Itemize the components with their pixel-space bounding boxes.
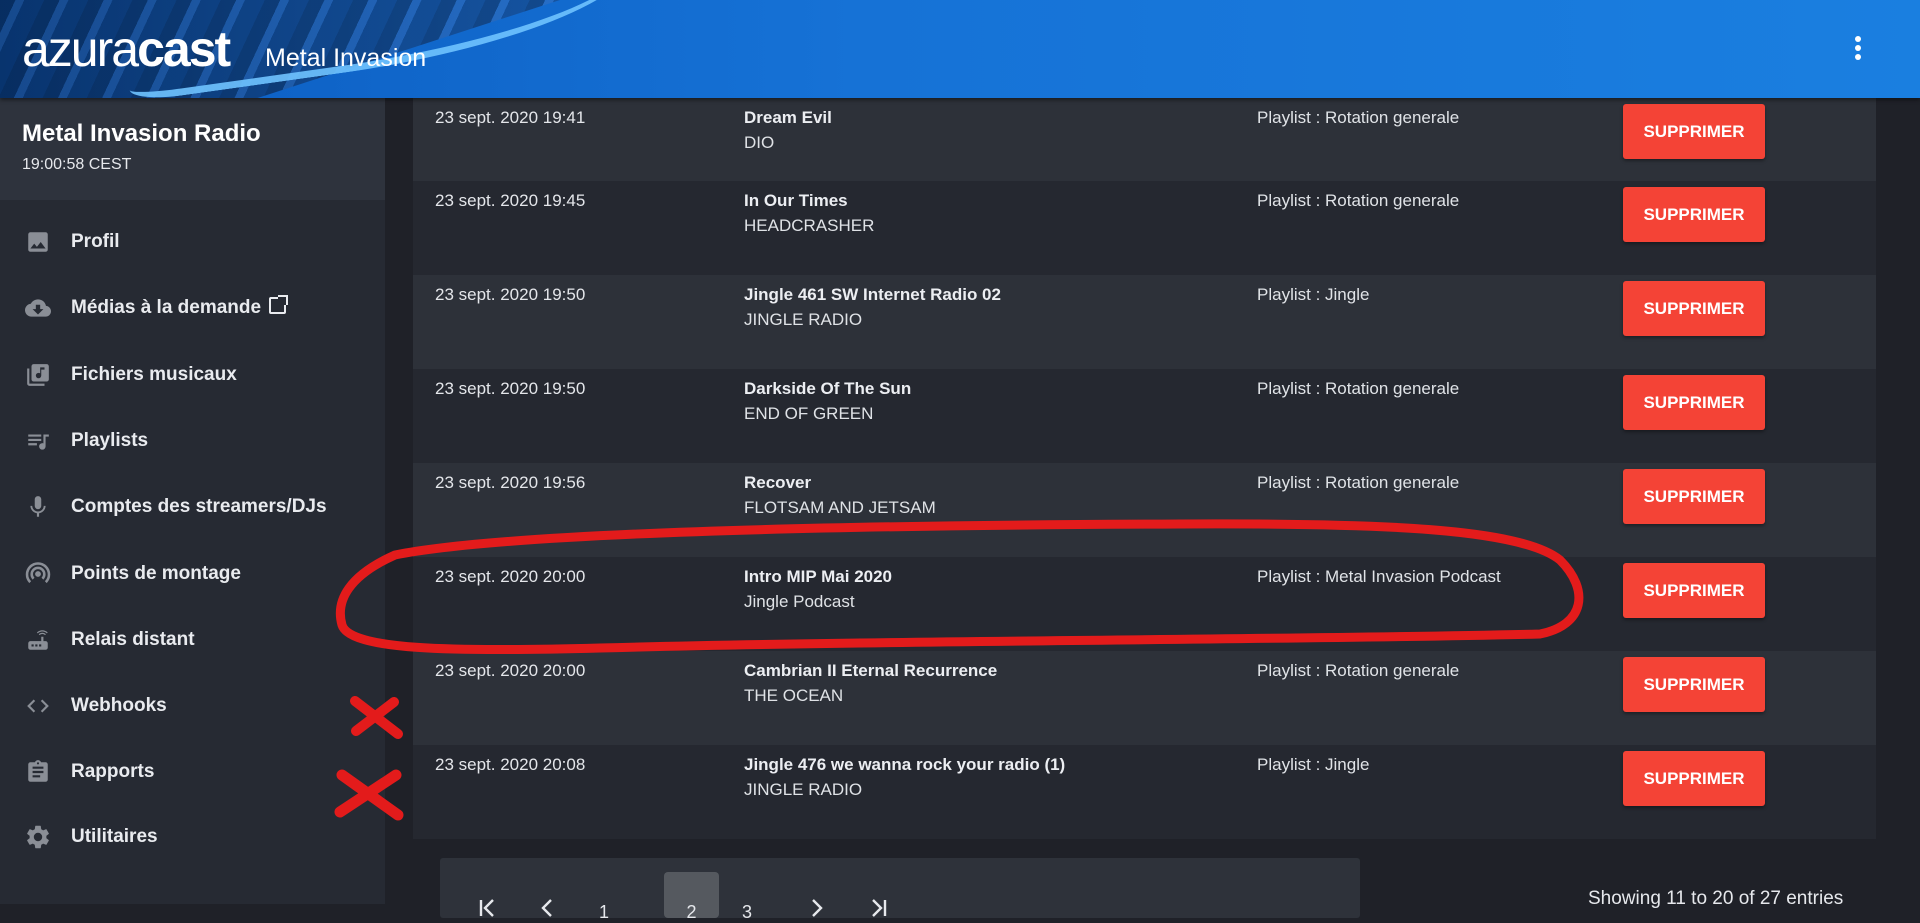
row-title: Jingle 461 SW Internet Radio 02 — [744, 285, 1001, 304]
delete-button[interactable]: SUPPRIMER — [1623, 563, 1765, 618]
delete-button[interactable]: SUPPRIMER — [1623, 375, 1765, 430]
sidebar-item-relais-distant[interactable]: Relais distant — [0, 613, 385, 667]
row-playlist: Playlist : Rotation generale — [1257, 661, 1460, 680]
page-2[interactable]: 2 — [664, 872, 719, 922]
row-date: 23 sept. 2020 19:50 — [435, 285, 586, 304]
row-artist: THE OCEAN — [744, 686, 844, 705]
code-icon — [24, 692, 52, 720]
table-row: 23 sept. 2020 20:08 Jingle 476 we wanna … — [413, 745, 1876, 839]
podcast-icon — [24, 560, 52, 588]
router-icon — [24, 626, 52, 654]
sidebar-item-label: Utilitaires — [71, 826, 158, 847]
logo-text-bold: cast — [137, 21, 231, 77]
row-date: 23 sept. 2020 20:00 — [435, 567, 586, 586]
row-artist: JINGLE RADIO — [744, 310, 863, 329]
table-row: 23 sept. 2020 19:41 Dream Evil DIO Playl… — [413, 98, 1876, 192]
delete-button[interactable]: SUPPRIMER — [1623, 751, 1765, 806]
delete-button[interactable]: SUPPRIMER — [1623, 657, 1765, 712]
row-title: Intro MIP Mai 2020 — [744, 567, 893, 586]
row-date: 23 sept. 2020 19:56 — [435, 473, 586, 492]
row-artist: END OF GREEN — [744, 404, 874, 423]
sidebar-item-label: Comptes des streamers/DJs — [71, 496, 327, 517]
row-title: Darkside Of The Sun — [744, 379, 912, 398]
sidebar-item-label: Profil — [71, 231, 120, 252]
last-page-icon[interactable] — [852, 872, 906, 918]
table-row: 23 sept. 2020 19:50 Jingle 461 SW Intern… — [413, 275, 1876, 369]
sidebar-item-label: Rapports — [71, 761, 155, 782]
sidebar-item-profil[interactable]: Profil — [0, 215, 385, 269]
image-icon — [24, 228, 52, 256]
azuracast-logo[interactable]: azuracast — [22, 20, 231, 78]
row-date: 23 sept. 2020 20:00 — [435, 661, 586, 680]
row-title: Recover — [744, 473, 812, 492]
sidebar-item-medias-a-la-demande[interactable]: Médias à la demande — [0, 281, 385, 335]
row-playlist: Playlist : Jingle — [1257, 755, 1370, 774]
row-date: 23 sept. 2020 20:08 — [435, 755, 586, 774]
pagination: 1 2 3 — [440, 858, 1360, 922]
queue-table: 23 sept. 2020 19:41 Dream Evil DIO Playl… — [413, 98, 1876, 904]
row-artist: HEADCRASHER — [744, 216, 875, 235]
delete-button[interactable]: SUPPRIMER — [1623, 104, 1765, 159]
sidebar-item-label: Fichiers musicaux — [71, 364, 237, 385]
top-app-bar: azuracast Metal Invasion — [0, 0, 1920, 98]
table-row: 23 sept. 2020 20:00 Intro MIP Mai 2020 J… — [413, 557, 1876, 651]
delete-button[interactable]: SUPPRIMER — [1623, 469, 1765, 524]
row-date: 23 sept. 2020 19:50 — [435, 379, 586, 398]
sidebar-item-label: Playlists — [71, 430, 149, 451]
row-title: Cambrian II Eternal Recurrence — [744, 661, 998, 680]
settings-icon — [24, 823, 52, 851]
sidebar-item-webhooks[interactable]: Webhooks — [0, 679, 385, 733]
assignment-icon — [24, 758, 52, 786]
delete-button[interactable]: SUPPRIMER — [1623, 281, 1765, 336]
prev-page-icon[interactable] — [521, 872, 575, 918]
more-vert-icon[interactable] — [1848, 36, 1868, 66]
sidebar-item-points-de-montage[interactable]: Points de montage — [0, 547, 385, 601]
sidebar-item-label: Médias à la demande — [71, 295, 289, 319]
row-artist: DIO — [744, 133, 775, 152]
page-1[interactable]: 1 — [577, 872, 631, 922]
first-page-icon[interactable] — [460, 872, 514, 918]
sidebar-item-rapports[interactable]: Rapports — [0, 745, 385, 799]
delete-button[interactable]: SUPPRIMER — [1623, 187, 1765, 242]
row-date: 23 sept. 2020 19:41 — [435, 108, 586, 127]
row-playlist: Playlist : Rotation generale — [1257, 473, 1460, 492]
sidebar-item-playlists[interactable]: Playlists — [0, 414, 385, 468]
sidebar-item-utilitaires[interactable]: Utilitaires — [0, 810, 385, 864]
row-artist: Jingle Podcast — [744, 592, 855, 611]
logo-text-light: azura — [22, 21, 139, 77]
row-title: Jingle 476 we wanna rock your radio (1) — [744, 755, 1066, 774]
page-title: Metal Invasion — [265, 44, 427, 72]
sidebar-item-label: Webhooks — [71, 695, 167, 716]
sidebar-item-label: Relais distant — [71, 629, 195, 650]
row-date: 23 sept. 2020 19:45 — [435, 191, 586, 210]
entries-info: Showing 11 to 20 of 27 entries — [1588, 888, 1844, 909]
row-title: Dream Evil — [744, 108, 832, 127]
next-page-icon[interactable] — [789, 872, 843, 918]
station-header: Metal Invasion Radio 19:00:58 CEST — [0, 98, 385, 200]
sidebar-item-fichiers-musicaux[interactable]: Fichiers musicaux — [0, 348, 385, 402]
library-music-icon — [24, 361, 52, 389]
cloud-download-icon — [24, 294, 52, 322]
external-link-icon — [269, 295, 289, 314]
sidebar-item-label: Points de montage — [71, 563, 241, 584]
table-row: 23 sept. 2020 19:56 Recover FLOTSAM AND … — [413, 463, 1876, 557]
row-playlist: Playlist : Rotation generale — [1257, 108, 1460, 127]
row-playlist: Playlist : Rotation generale — [1257, 379, 1460, 398]
station-name: Metal Invasion Radio — [22, 120, 261, 147]
table-row: 23 sept. 2020 20:00 Cambrian II Eternal … — [413, 651, 1876, 745]
table-row: 23 sept. 2020 19:50 Darkside Of The Sun … — [413, 369, 1876, 463]
row-title: In Our Times — [744, 191, 848, 210]
page-3[interactable]: 3 — [720, 872, 774, 922]
mic-icon — [24, 493, 52, 521]
row-playlist: Playlist : Jingle — [1257, 285, 1370, 304]
queue-music-icon — [24, 427, 52, 455]
sidebar-item-comptes-streamers[interactable]: Comptes des streamers/DJs — [0, 480, 385, 534]
row-artist: FLOTSAM AND JETSAM — [744, 498, 936, 517]
row-playlist: Playlist : Metal Invasion Podcast — [1257, 567, 1501, 586]
table-row: 23 sept. 2020 19:45 In Our Times HEADCRA… — [413, 181, 1876, 275]
station-time: 19:00:58 CEST — [22, 156, 132, 173]
sidebar: Metal Invasion Radio 19:00:58 CEST Profi… — [0, 98, 385, 904]
row-artist: JINGLE RADIO — [744, 780, 863, 799]
row-playlist: Playlist : Rotation generale — [1257, 191, 1460, 210]
